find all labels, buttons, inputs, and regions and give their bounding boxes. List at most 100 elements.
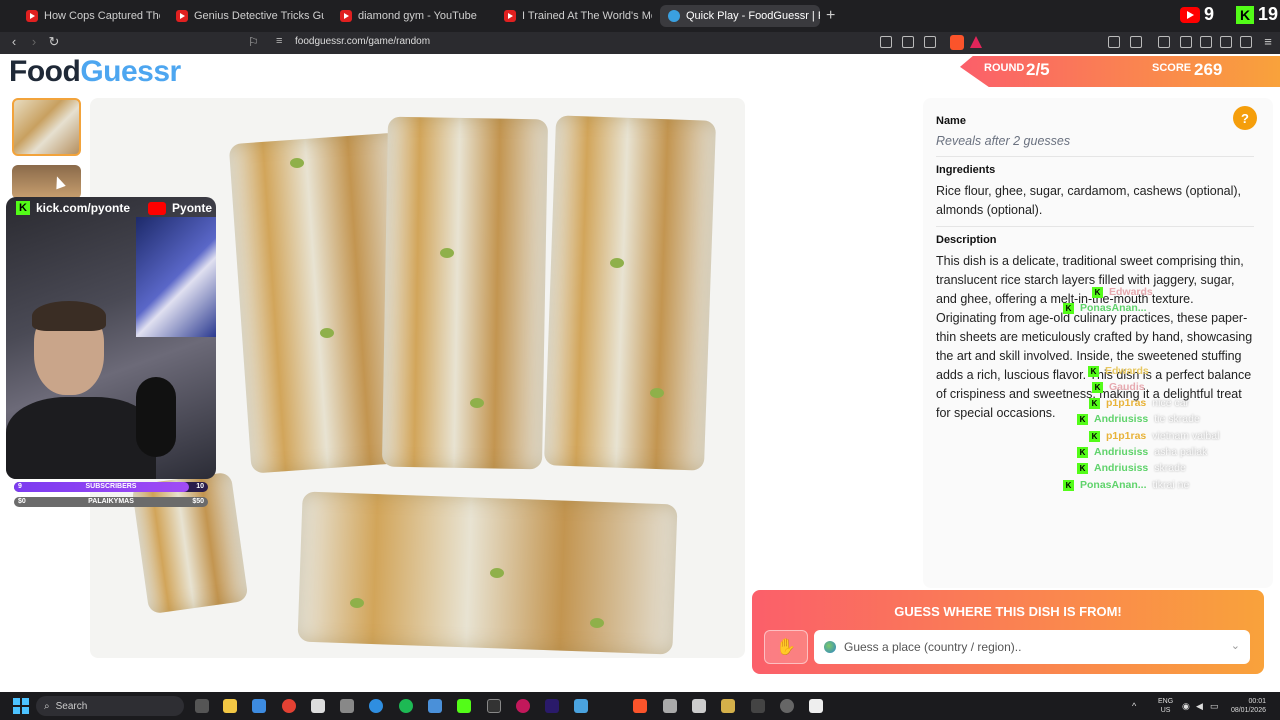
app-icon[interactable] bbox=[809, 699, 823, 713]
name-heading: Name bbox=[936, 115, 966, 127]
system-clock[interactable]: 00:01 08/01/2026 bbox=[1226, 697, 1266, 715]
reload-icon[interactable]: ↻ bbox=[44, 34, 64, 50]
foodguessr-logo[interactable]: FoodGuessr bbox=[9, 55, 181, 89]
url-field[interactable]: foodguessr.com/game/random bbox=[295, 36, 430, 47]
kick-follower-counter: K 19 bbox=[1236, 4, 1278, 25]
tab-title: How Cops Captured The Minnesota I bbox=[44, 10, 160, 22]
network-icon[interactable]: ◉ bbox=[1182, 701, 1190, 712]
language-region: US bbox=[1160, 707, 1171, 714]
premiere-icon[interactable] bbox=[545, 699, 559, 713]
hand-icon[interactable]: ✋ bbox=[764, 630, 808, 664]
app-icon[interactable] bbox=[721, 699, 735, 713]
name-value: Reveals after 2 guesses bbox=[936, 134, 1071, 148]
wallet-2-icon[interactable] bbox=[1200, 36, 1212, 48]
divider bbox=[936, 226, 1254, 227]
browser-tab[interactable]: I Trained At The World's Most Dange bbox=[496, 5, 652, 27]
photos-icon[interactable] bbox=[428, 699, 442, 713]
donation-label: PALAIKYMAS bbox=[88, 498, 134, 505]
site-settings-icon[interactable]: ≡ bbox=[276, 35, 282, 47]
store-icon[interactable] bbox=[252, 699, 266, 713]
youtube-subscriber-counter: 9 bbox=[1180, 4, 1214, 25]
subscriber-label: SUBSCRIBERS bbox=[85, 483, 137, 490]
browser-tab-strip: How Cops Captured The Minnesota I Genius… bbox=[0, 0, 1280, 32]
chat-user: Edwards bbox=[1109, 286, 1153, 298]
notepad-icon[interactable] bbox=[311, 699, 325, 713]
chat-text: tie skrade bbox=[1154, 413, 1200, 425]
brave-rewards-icon[interactable] bbox=[970, 36, 982, 48]
edge-icon[interactable] bbox=[369, 699, 383, 713]
app-icon[interactable] bbox=[574, 699, 588, 713]
vpn-icon[interactable] bbox=[1240, 36, 1252, 48]
browser-tab[interactable]: diamond gym - YouTube bbox=[332, 5, 492, 27]
extensions-icon[interactable] bbox=[1108, 36, 1120, 48]
browser-tab-active[interactable]: Quick Play - FoodGuessr | FoodG ✕ bbox=[660, 5, 820, 27]
globe-icon bbox=[824, 641, 836, 653]
sidebar-icon[interactable] bbox=[1180, 36, 1192, 48]
chat-message: K PonasAnan... bbox=[1063, 302, 1153, 314]
app-icon[interactable] bbox=[487, 699, 501, 713]
chat-text: nice car bbox=[1152, 397, 1190, 409]
kick-icon: K bbox=[16, 201, 30, 215]
tab-title: Genius Detective Tricks Guilty Suspe bbox=[194, 10, 324, 22]
round-value: 2/5 bbox=[1026, 60, 1050, 79]
foodguessr-favicon-icon bbox=[668, 10, 680, 22]
ingredients-text: Rice flour, ghee, sugar, cardamom, cashe… bbox=[936, 184, 1242, 217]
app-icon[interactable] bbox=[780, 699, 794, 713]
browser-tab[interactable]: Genius Detective Tricks Guilty Suspe bbox=[168, 5, 324, 27]
windows-start-icon[interactable] bbox=[13, 698, 29, 714]
leo-icon[interactable] bbox=[1220, 36, 1232, 48]
app-icon[interactable] bbox=[751, 699, 765, 713]
chrome-icon[interactable] bbox=[282, 699, 296, 713]
chat-user: Andriusiss bbox=[1094, 413, 1149, 425]
wallet-icon[interactable] bbox=[1130, 36, 1142, 48]
help-icon[interactable]: ? bbox=[1233, 106, 1257, 130]
youtube-favicon-icon bbox=[340, 10, 352, 22]
app-icon[interactable] bbox=[340, 699, 354, 713]
browser-tab[interactable]: How Cops Captured The Minnesota I bbox=[18, 5, 160, 27]
youtube-favicon-icon bbox=[504, 10, 516, 22]
music-icon[interactable] bbox=[1158, 36, 1170, 48]
chevron-down-icon[interactable]: ⌄ bbox=[1231, 639, 1240, 652]
screen-icon[interactable] bbox=[880, 36, 892, 48]
file-explorer-icon[interactable] bbox=[223, 699, 237, 713]
app-icon[interactable] bbox=[692, 699, 706, 713]
chat-message: K Andriusiss skrade bbox=[1077, 462, 1186, 474]
dish-thumbnail-1[interactable] bbox=[12, 98, 81, 156]
brave-shields-icon[interactable] bbox=[950, 35, 964, 50]
obs-icon[interactable] bbox=[516, 699, 530, 713]
tray-chevron-up-icon[interactable]: ^ bbox=[1132, 701, 1136, 711]
guess-placeholder: Guess a place (country / region).. bbox=[844, 640, 1022, 654]
chat-message: K p1p1ras vietnam vaibal bbox=[1089, 430, 1219, 442]
volume-icon[interactable]: ◀ bbox=[1196, 701, 1203, 712]
guess-location-input[interactable]: Guess a place (country / region).. ⌄ bbox=[814, 630, 1250, 664]
bookmark-icon[interactable]: ⚐ bbox=[248, 35, 259, 49]
youtube-icon bbox=[148, 201, 167, 215]
task-view-icon[interactable] bbox=[195, 699, 209, 713]
youtube-name: Pyonte bbox=[172, 201, 213, 215]
translate-icon[interactable] bbox=[902, 36, 914, 48]
guess-title: GUESS WHERE THIS DISH IS FROM! bbox=[894, 604, 1122, 619]
kick-icon: K bbox=[1077, 413, 1088, 425]
new-tab-button[interactable]: + bbox=[826, 7, 835, 25]
battery-icon[interactable]: ▭ bbox=[1210, 701, 1219, 712]
chat-message: K Edwards bbox=[1088, 365, 1155, 377]
dish-thumbnail-2[interactable] bbox=[12, 165, 81, 199]
brave-icon[interactable] bbox=[633, 699, 647, 713]
forward-icon[interactable]: › bbox=[24, 34, 44, 49]
chat-message: K Andriusiss asha paliak bbox=[1077, 446, 1207, 458]
score-label: SCORE bbox=[1152, 62, 1192, 74]
taskbar-search[interactable]: ⌕ Search bbox=[36, 696, 184, 716]
round-label: ROUND bbox=[984, 62, 1025, 74]
back-icon[interactable]: ‹ bbox=[4, 34, 24, 49]
stream-handles: K kick.com/pyonte Pyonte bbox=[16, 201, 212, 215]
kick-app-icon[interactable] bbox=[457, 699, 471, 713]
spotify-icon[interactable] bbox=[399, 699, 413, 713]
share-icon[interactable] bbox=[924, 36, 936, 48]
language-indicator[interactable]: ENG US bbox=[1158, 697, 1173, 715]
chat-user: PonasAnan... bbox=[1080, 479, 1147, 491]
kick-icon: K bbox=[1236, 5, 1254, 24]
score-value: 269 bbox=[1194, 60, 1223, 79]
clock-date: 08/01/2026 bbox=[1230, 707, 1266, 714]
menu-icon[interactable]: ≡ bbox=[1258, 34, 1278, 49]
app-icon[interactable] bbox=[663, 699, 677, 713]
